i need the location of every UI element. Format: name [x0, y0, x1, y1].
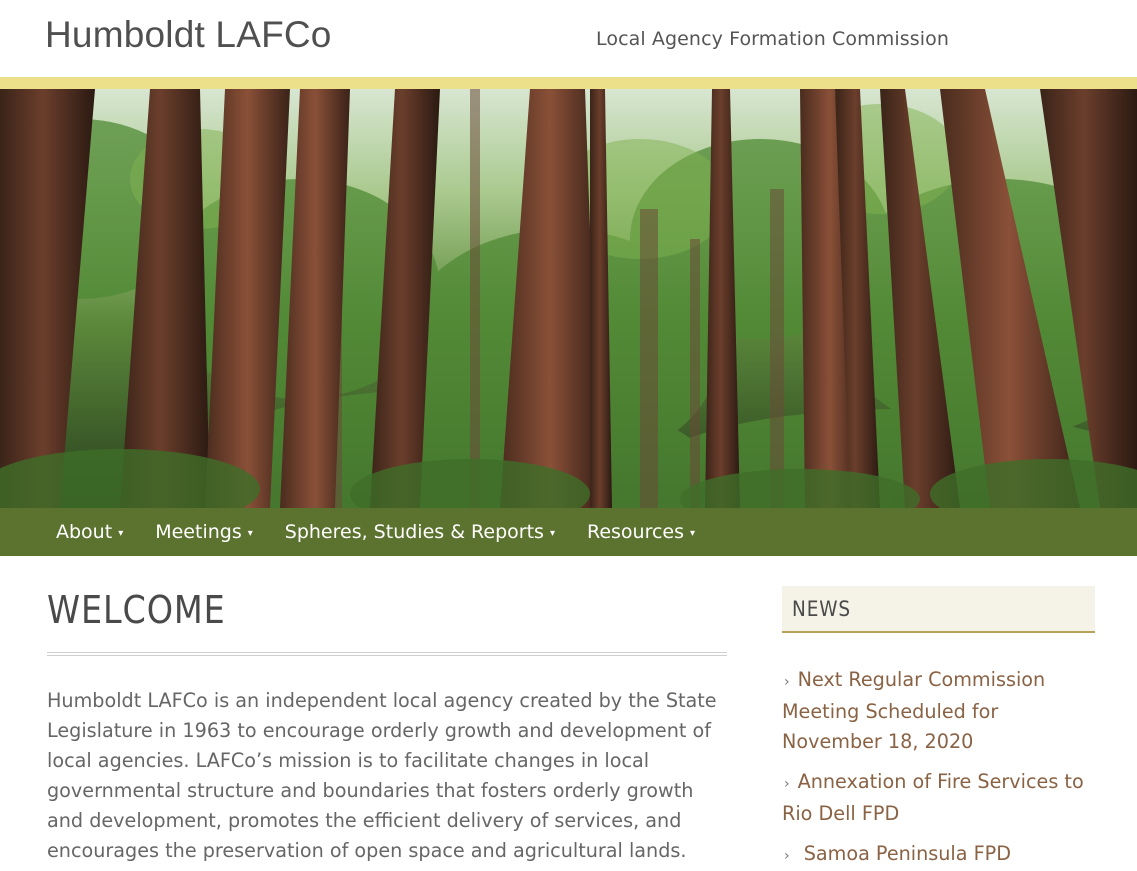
main-navigation: About ▾ Meetings ▾ Spheres, Studies & Re… — [0, 508, 1137, 556]
nav-item-spheres-studies-reports[interactable]: Spheres, Studies & Reports ▾ — [269, 508, 571, 556]
header-accent-stripe — [0, 77, 1137, 89]
hero-banner-image — [0, 89, 1137, 508]
nav-item-resources[interactable]: Resources ▾ — [571, 508, 711, 556]
news-item: › Samoa Peninsula FPD — [782, 839, 1095, 871]
dropdown-caret-icon: ▾ — [118, 527, 124, 539]
dropdown-caret-icon: ▾ — [690, 527, 696, 539]
title-divider — [47, 652, 727, 656]
news-link-rio-dell-annexation[interactable]: Annexation of Fire Services to Rio Dell … — [782, 770, 1084, 825]
chevron-right-icon: › — [784, 776, 790, 792]
nav-item-about[interactable]: About ▾ — [40, 508, 139, 556]
chevron-right-icon: › — [784, 848, 790, 864]
nav-item-label: Spheres, Studies & Reports — [284, 521, 544, 543]
intro-paragraph: Humboldt LAFCo is an independent local a… — [47, 689, 717, 871]
news-item: › Annexation of Fire Services to Rio Dell… — [782, 767, 1095, 829]
site-header: Humboldt LAFCo Local Agency Formation Co… — [0, 0, 1137, 77]
site-title-link[interactable]: Humboldt LAFCo — [45, 14, 332, 56]
site-tagline: Local Agency Formation Commission — [596, 28, 949, 50]
news-sidebar: NEWS › Next Regular Commission Meeting Sc… — [782, 586, 1095, 871]
news-item: › Next Regular Commission Meeting Schedul… — [782, 665, 1095, 757]
nav-item-label: Meetings — [155, 521, 242, 543]
nav-item-label: About — [56, 521, 113, 543]
news-link-samoa-peninsula[interactable]: Samoa Peninsula FPD — [798, 842, 1011, 865]
chevron-right-icon: › — [784, 674, 790, 690]
nav-item-meetings[interactable]: Meetings ▾ — [139, 508, 269, 556]
news-heading: NEWS — [782, 586, 1095, 633]
news-link-november-meeting[interactable]: Next Regular Commission Meeting Schedule… — [782, 668, 1045, 753]
nav-item-label: Resources — [586, 521, 685, 543]
main-content: WELCOME Humboldt LAFCo is an independent… — [47, 586, 727, 871]
news-list: › Next Regular Commission Meeting Schedul… — [782, 665, 1095, 871]
dropdown-caret-icon: ▾ — [549, 527, 555, 539]
redwood-forest-icon — [0, 89, 1137, 508]
news-heading-label: NEWS — [792, 596, 852, 621]
dropdown-caret-icon: ▾ — [247, 527, 253, 539]
page-title: WELCOME — [47, 588, 226, 632]
